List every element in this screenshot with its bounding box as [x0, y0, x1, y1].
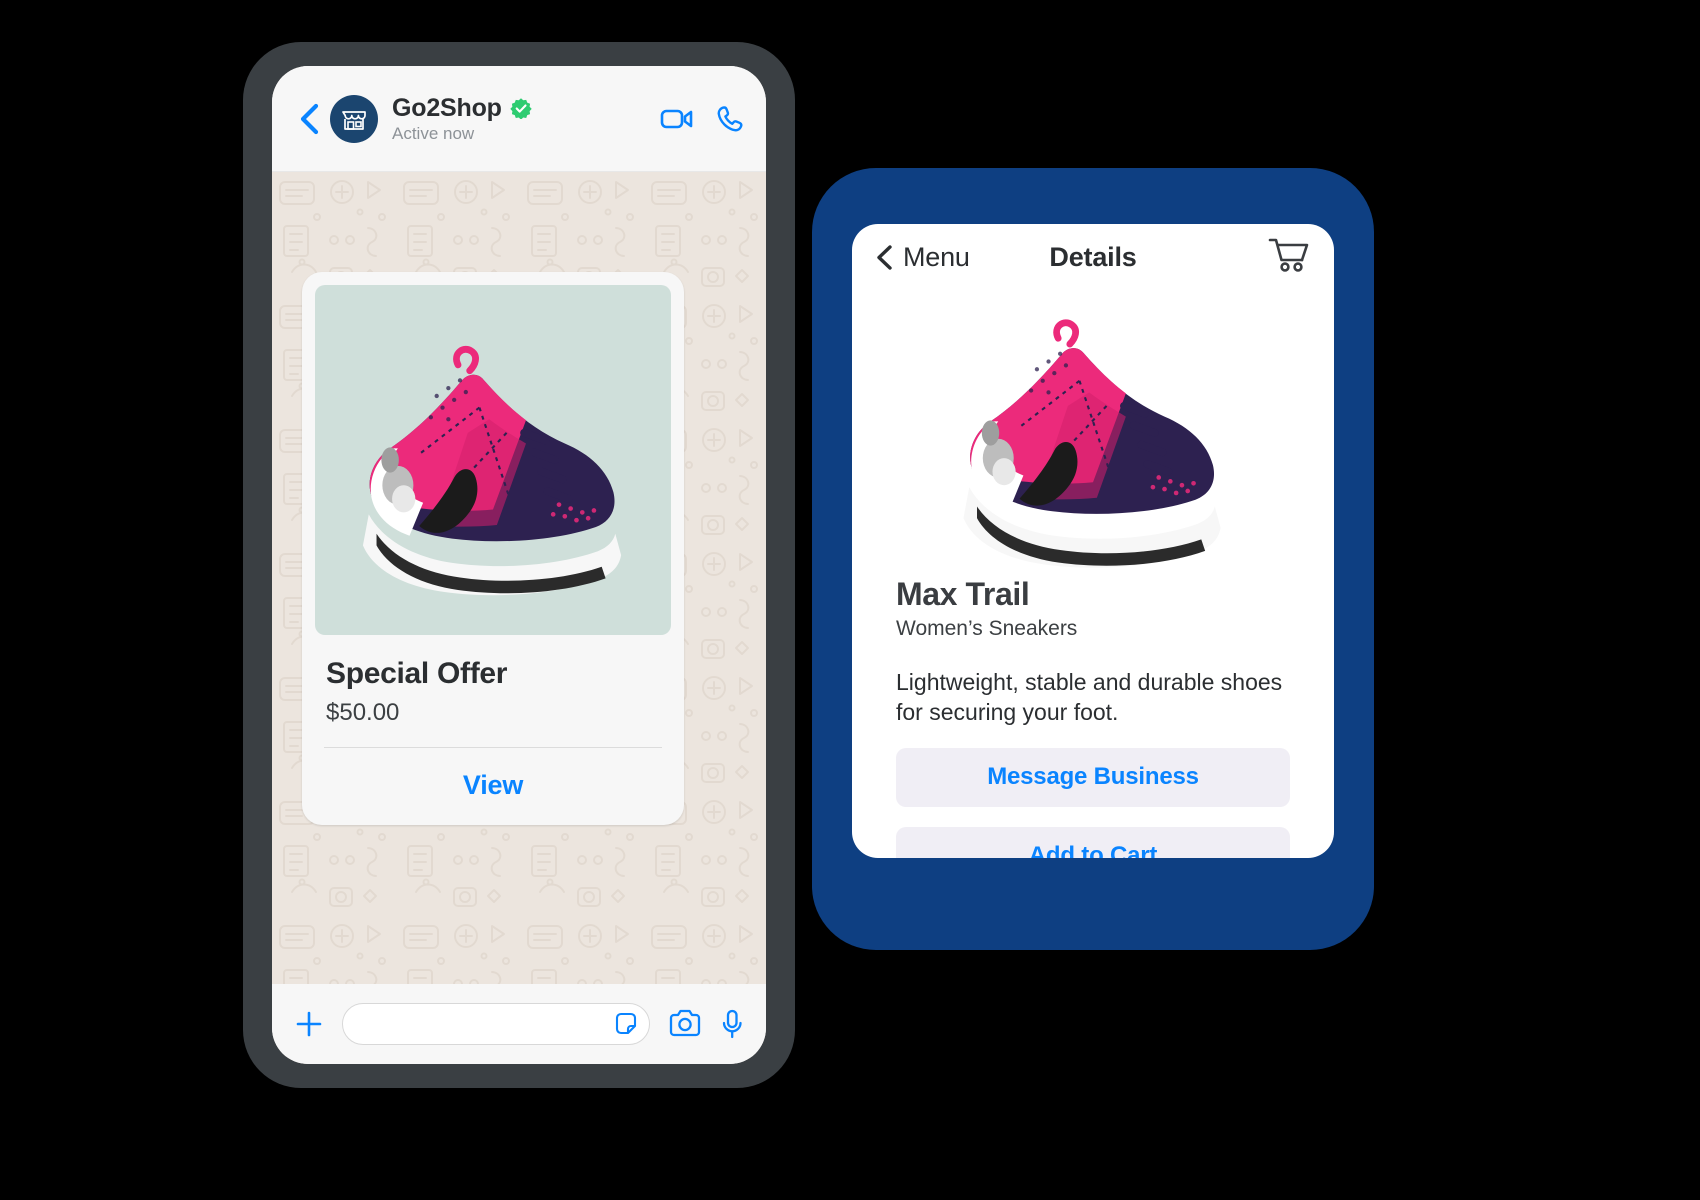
sneaker-image	[963, 319, 1221, 568]
product-category: Women’s Sneakers	[896, 617, 1078, 640]
add-to-cart-button[interactable]: Add to Cart	[896, 826, 1290, 858]
details-header: Menu Details	[852, 224, 1334, 290]
details-card-frame: Menu Details Max Trail Women’s Sneakers …	[812, 168, 1374, 950]
offer-price: $50.00	[326, 699, 400, 726]
scene: Go2Shop Active now Special Offer $50.00 …	[0, 0, 1700, 1200]
phone-device: Go2Shop Active now Special Offer $50.00 …	[243, 42, 795, 1088]
presence-status: Active now	[392, 123, 475, 143]
business-name-row: Go2Shop	[392, 94, 660, 123]
phone-screen: Go2Shop Active now Special Offer $50.00 …	[272, 66, 766, 1064]
product-image-container	[315, 285, 671, 635]
chat-header: Go2Shop Active now	[272, 66, 766, 172]
sneaker-image	[362, 345, 622, 596]
product-details: Max Trail Women’s Sneakers Lightweight, …	[852, 576, 1334, 858]
chevron-left-icon	[300, 103, 319, 134]
shopping-cart-icon	[1268, 238, 1309, 272]
offer-title: Special Offer	[326, 657, 508, 690]
product-name: Max Trail	[896, 576, 1030, 612]
product-message-bubble[interactable]: Special Offer $50.00 View	[302, 272, 684, 825]
product-image-container	[852, 290, 1334, 576]
sticker-icon[interactable]	[613, 1011, 639, 1037]
cart-button[interactable]	[1268, 236, 1310, 279]
video-camera-icon[interactable]	[660, 106, 694, 132]
avatar[interactable]	[330, 94, 378, 143]
product-description: Lightweight, stable and durable shoes fo…	[896, 669, 1283, 726]
chat-header-actions	[660, 105, 744, 133]
business-name: Go2Shop	[392, 93, 502, 122]
microphone-icon[interactable]	[720, 1009, 744, 1039]
message-input[interactable]	[342, 1003, 650, 1045]
menu-label: Menu	[903, 241, 970, 272]
view-button[interactable]: View	[302, 748, 684, 825]
menu-back-button[interactable]: Menu	[876, 242, 970, 273]
message-business-button[interactable]: Message Business	[896, 747, 1290, 807]
chat-header-text: Go2Shop Active now	[392, 94, 660, 144]
verified-badge-icon	[509, 98, 532, 119]
phone-icon[interactable]	[716, 105, 744, 133]
chat-body: Special Offer $50.00 View	[272, 172, 766, 984]
chevron-left-icon	[877, 244, 892, 270]
plus-icon[interactable]	[294, 1009, 324, 1039]
camera-icon[interactable]	[668, 1009, 702, 1039]
details-panel: Menu Details Max Trail Women’s Sneakers …	[852, 224, 1334, 858]
message-composer	[272, 984, 766, 1064]
storefront-icon	[342, 110, 366, 130]
back-button[interactable]	[294, 103, 324, 135]
